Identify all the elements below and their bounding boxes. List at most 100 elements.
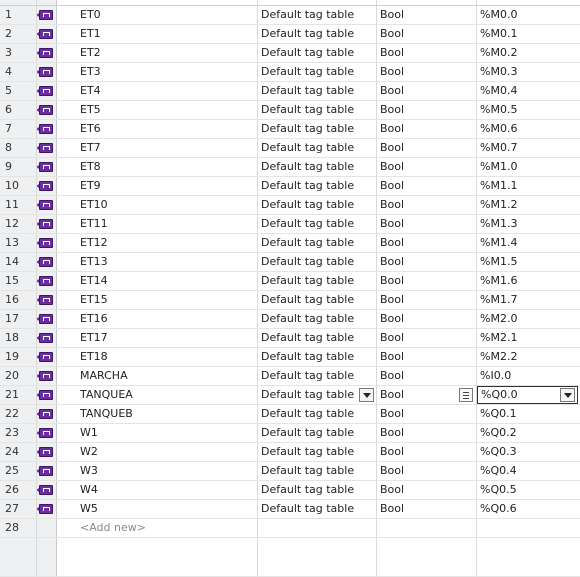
address-cell[interactable]: %I0.0: [477, 367, 580, 385]
data-type-cell[interactable]: Bool: [377, 367, 477, 385]
address-cell[interactable]: %M1.6: [477, 272, 580, 290]
tag-table-cell[interactable]: Default tag table: [258, 215, 377, 233]
table-row[interactable]: 11 ET10 Default tag table Bool %M1.2: [0, 196, 580, 215]
address-cell[interactable]: %M0.3: [477, 63, 580, 81]
tag-name-cell[interactable]: ET17: [57, 329, 258, 347]
row-number[interactable]: 6: [0, 101, 37, 119]
table-row[interactable]: 12 ET11 Default tag table Bool %M1.3: [0, 215, 580, 234]
tag-name-cell[interactable]: ET5: [57, 101, 258, 119]
row-number[interactable]: 20: [0, 367, 37, 385]
tag-name-cell[interactable]: MARCHA: [57, 367, 258, 385]
address-cell[interactable]: %M0.6: [477, 120, 580, 138]
tag-name-cell[interactable]: ET12: [57, 234, 258, 252]
row-number[interactable]: 23: [0, 424, 37, 442]
table-row[interactable]: 7 ET6 Default tag table Bool %M0.6: [0, 120, 580, 139]
row-number[interactable]: 5: [0, 82, 37, 100]
tag-table-cell[interactable]: Default tag table: [258, 348, 377, 366]
row-number[interactable]: 24: [0, 443, 37, 461]
table-cell[interactable]: [258, 519, 377, 537]
tag-table-cell[interactable]: Default tag table: [258, 462, 377, 480]
data-type-cell[interactable]: Bool: [377, 196, 477, 214]
data-type-cell[interactable]: Bool: [377, 63, 477, 81]
row-number[interactable]: 9: [0, 158, 37, 176]
tag-table-cell[interactable]: Default tag table: [258, 329, 377, 347]
row-number[interactable]: 16: [0, 291, 37, 309]
row-number[interactable]: 18: [0, 329, 37, 347]
header-type-cell[interactable]: [377, 0, 477, 5]
table-row[interactable]: 4 ET3 Default tag table Bool %M0.3: [0, 63, 580, 82]
row-number[interactable]: 10: [0, 177, 37, 195]
table-row[interactable]: 24 W2 Default tag table Bool %Q0.3: [0, 443, 580, 462]
data-type-cell[interactable]: Bool: [377, 329, 477, 347]
tag-name-cell[interactable]: ET1: [57, 25, 258, 43]
data-type-cell[interactable]: Bool: [377, 158, 477, 176]
tag-table-cell[interactable]: Default tag table: [258, 120, 377, 138]
row-number[interactable]: 25: [0, 462, 37, 480]
data-type-cell[interactable]: Bool: [377, 234, 477, 252]
tag-name-cell[interactable]: TANQUEA: [57, 386, 258, 404]
address-cell[interactable]: %M1.1: [477, 177, 580, 195]
table-row[interactable]: 26 W4 Default tag table Bool %Q0.5: [0, 481, 580, 500]
tag-table-cell[interactable]: Default tag table: [258, 310, 377, 328]
row-number[interactable]: 17: [0, 310, 37, 328]
table-row[interactable]: 9 ET8 Default tag table Bool %M1.0: [0, 158, 580, 177]
row-number[interactable]: 15: [0, 272, 37, 290]
row-number[interactable]: 13: [0, 234, 37, 252]
tag-name-cell[interactable]: ET14: [57, 272, 258, 290]
address-cell[interactable]: %M0.7: [477, 139, 580, 157]
tag-table-cell[interactable]: Default tag table: [258, 481, 377, 499]
data-type-cell[interactable]: Bool: [377, 405, 477, 423]
tag-name-cell[interactable]: W1: [57, 424, 258, 442]
row-number[interactable]: 22: [0, 405, 37, 423]
table-row[interactable]: 3 ET2 Default tag table Bool %M0.2: [0, 44, 580, 63]
address-cell[interactable]: [477, 519, 580, 537]
data-type-cell[interactable]: Bool: [377, 443, 477, 461]
row-number[interactable]: 26: [0, 481, 37, 499]
address-cell[interactable]: %M0.5: [477, 101, 580, 119]
address-cell[interactable]: %Q0.4: [477, 462, 580, 480]
data-type-cell[interactable]: Bool: [377, 101, 477, 119]
table-row[interactable]: 22 TANQUEB Default tag table Bool %Q0.1: [0, 405, 580, 424]
table-row[interactable]: 20 MARCHA Default tag table Bool %I0.0: [0, 367, 580, 386]
tag-table-cell[interactable]: Default tag table: [258, 272, 377, 290]
address-cell[interactable]: %M1.3: [477, 215, 580, 233]
tag-name-cell[interactable]: ET9: [57, 177, 258, 195]
table-row[interactable]: 21 TANQUEA Default tag table Bool %Q0.0: [0, 386, 580, 405]
tag-name-cell[interactable]: ET4: [57, 82, 258, 100]
header-table-cell[interactable]: [258, 0, 377, 5]
tag-name-cell[interactable]: W3: [57, 462, 258, 480]
data-type-cell[interactable]: Bool: [377, 177, 477, 195]
tag-table-cell[interactable]: Default tag table: [258, 234, 377, 252]
tag-name-cell[interactable]: ET3: [57, 63, 258, 81]
tag-table-cell[interactable]: Default tag table: [258, 25, 377, 43]
data-type-cell[interactable]: Bool: [377, 139, 477, 157]
row-number[interactable]: 11: [0, 196, 37, 214]
table-row[interactable]: 6 ET5 Default tag table Bool %M0.5: [0, 101, 580, 120]
tag-table-cell[interactable]: Default tag table: [258, 443, 377, 461]
list-icon[interactable]: [459, 388, 473, 402]
address-cell[interactable]: %M2.1: [477, 329, 580, 347]
tag-table-cell[interactable]: Default tag table: [258, 6, 377, 24]
table-row[interactable]: 25 W3 Default tag table Bool %Q0.4: [0, 462, 580, 481]
tag-name-cell[interactable]: ET10: [57, 196, 258, 214]
table-row[interactable]: 15 ET14 Default tag table Bool %M1.6: [0, 272, 580, 291]
address-cell[interactable]: %M2.2: [477, 348, 580, 366]
tag-table-cell[interactable]: Default tag table: [258, 158, 377, 176]
data-type-cell[interactable]: Bool: [377, 310, 477, 328]
table-row[interactable]: 16 ET15 Default tag table Bool %M1.7: [0, 291, 580, 310]
data-type-cell[interactable]: Bool: [377, 348, 477, 366]
data-type-cell[interactable]: Bool: [377, 253, 477, 271]
data-type-cell[interactable]: Bool: [377, 272, 477, 290]
tag-name-cell[interactable]: ET13: [57, 253, 258, 271]
add-new-cell[interactable]: <Add new>: [57, 519, 258, 537]
tag-name-cell[interactable]: ET8: [57, 158, 258, 176]
row-number[interactable]: 27: [0, 500, 37, 518]
row-number[interactable]: 4: [0, 63, 37, 81]
table-row[interactable]: 2 ET1 Default tag table Bool %M0.1: [0, 25, 580, 44]
address-cell[interactable]: %Q0.6: [477, 500, 580, 518]
tag-name-cell[interactable]: ET2: [57, 44, 258, 62]
row-number[interactable]: 21: [0, 386, 37, 404]
tag-name-cell[interactable]: ET6: [57, 120, 258, 138]
tag-table-cell[interactable]: Default tag table: [258, 177, 377, 195]
chevron-down-icon[interactable]: [560, 388, 575, 402]
